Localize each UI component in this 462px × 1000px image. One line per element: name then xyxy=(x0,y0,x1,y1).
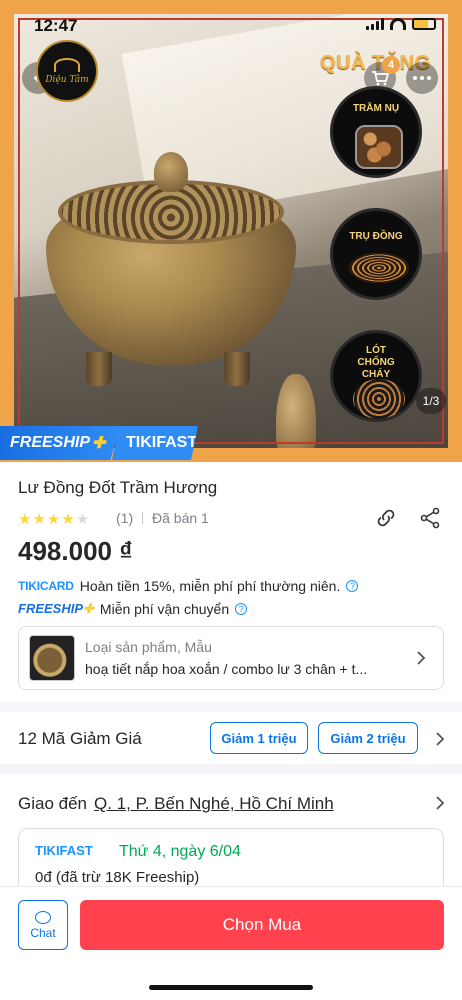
more-options-button[interactable] xyxy=(406,62,438,94)
incense-jar-image xyxy=(355,125,403,169)
gift-item-tram-nu: TRẦM NỤ xyxy=(330,86,422,178)
coupon-title: 12 Mã Giảm Giá xyxy=(18,729,142,748)
star-icon: ★ xyxy=(46,511,61,528)
rating-stars[interactable]: ★ ★ ★ ★ ★ xyxy=(18,510,89,528)
gift-item-tru-dong: TRỤ ĐỒNG xyxy=(330,208,422,300)
coupon-tag[interactable]: Giảm 1 triệu xyxy=(210,722,308,754)
status-time: 12:47 xyxy=(34,16,78,35)
coupon-section[interactable]: 12 Mã Giảm Giá Giảm 1 triệu Giảm 2 triệu xyxy=(0,712,462,764)
variant-thumbnail xyxy=(29,635,75,681)
lotus-icon xyxy=(54,57,80,72)
rating-count[interactable]: (1) xyxy=(116,510,133,526)
product-info-card: Lư Đồng Đốt Trầm Hương ★ ★ ★ ★ ★ (1) Đã … xyxy=(0,462,462,702)
sold-count: Đã bán 1 xyxy=(152,510,209,526)
shipping-badges: FREESHIP ✚ TIKIFAST xyxy=(0,426,198,460)
freeship-logo: FREESHIP✚ xyxy=(18,601,94,617)
product-image-carousel[interactable]: 12:47 Diệu Tâm QUÀ TẶNG 4 TRẦM NỤ TRỤ ĐỒ… xyxy=(0,0,462,462)
delivery-section: Giao đến Q. 1, P. Bến Nghé, Hồ Chí Minh … xyxy=(0,774,462,908)
chat-button[interactable]: Chat xyxy=(18,900,68,950)
freeship-badge: FREESHIP ✚ xyxy=(0,426,120,460)
shop-logo: Diệu Tâm xyxy=(36,40,98,102)
tikicard-promo[interactable]: TIKICARD Hoàn tiền 15%, miễn phí phí thư… xyxy=(18,578,359,594)
tikicard-logo: TIKICARD xyxy=(18,579,74,593)
star-empty-icon: ★ xyxy=(75,511,90,528)
product-page: 12:47 Diệu Tâm QUÀ TẶNG 4 TRẦM NỤ TRỤ ĐỒ… xyxy=(0,0,462,1000)
wifi-icon xyxy=(390,18,406,30)
chat-icon xyxy=(35,910,51,924)
cart-count-badge: 4 xyxy=(382,56,400,74)
image-counter: 1/3 xyxy=(416,388,446,414)
chevron-right-icon[interactable] xyxy=(434,794,446,812)
info-icon[interactable]: ? xyxy=(235,603,248,615)
share-icon[interactable] xyxy=(418,506,442,530)
buy-button[interactable]: Chọn Mua xyxy=(80,900,444,950)
battery-icon xyxy=(412,18,436,30)
chevron-right-icon xyxy=(417,651,426,665)
copy-link-icon[interactable] xyxy=(374,506,398,530)
promo-text: Hoàn tiền 15%, miễn phí phí thường niên. xyxy=(79,578,341,594)
delivery-date: Thứ 4, ngày 6/04 xyxy=(119,843,241,860)
shop-logo-text: Diệu Tâm xyxy=(45,74,89,85)
status-icons xyxy=(366,18,436,30)
shipping-fee: 0đ (đã trừ 18K Freeship) xyxy=(35,869,200,886)
signal-icon xyxy=(366,18,384,30)
home-indicator xyxy=(149,985,313,990)
freeship-logo-text: FREESHIP xyxy=(18,601,84,616)
star-icon: ★ xyxy=(18,511,32,528)
tikifast-logo: TIKIFAST xyxy=(35,843,93,858)
promo-text: Miễn phí vận chuyển xyxy=(99,601,230,617)
gift-label: TRẦM NỤ xyxy=(352,103,400,114)
star-icon: ★ xyxy=(61,511,75,528)
tikifast-badge: TIKIFAST xyxy=(112,426,198,460)
freeship-promo[interactable]: FREESHIP✚ Miễn phí vận chuyển ? xyxy=(18,601,248,617)
variant-selector[interactable]: Loại sản phẩm, Mẫu hoạ tiết nắp hoa xoắn… xyxy=(18,626,444,690)
gift-label: LÓT CHỐNG CHÁY xyxy=(357,345,395,380)
coupon-tag[interactable]: Giảm 2 triệu xyxy=(318,722,418,754)
chat-label: Chat xyxy=(30,925,56,940)
variant-label: Loại sản phẩm, Mẫu xyxy=(85,639,212,655)
product-price: 498.000 ₫ xyxy=(18,536,133,566)
star-icon: ★ xyxy=(32,511,46,528)
freeship-badge-label: FREESHIP xyxy=(10,434,91,451)
chevron-right-icon xyxy=(436,732,445,746)
gift-label: TRỤ ĐỒNG xyxy=(349,231,403,242)
gift-item-lot-chong-chay: LÓT CHỐNG CHÁY xyxy=(330,330,422,422)
bottom-action-bar: Chat Chọn Mua xyxy=(0,886,462,1000)
variant-value: hoạ tiết nắp hoa xoắn / combo lư 3 chân … xyxy=(85,661,368,677)
plus-icon: ✚ xyxy=(92,435,106,452)
coil-holder-image xyxy=(349,253,409,283)
product-title: Lư Đồng Đốt Trầm Hương xyxy=(18,478,218,497)
more-dots-icon xyxy=(413,76,431,80)
info-icon[interactable]: ? xyxy=(346,580,359,592)
divider xyxy=(142,512,143,524)
plus-icon: ✚ xyxy=(83,601,94,616)
coil-mat-image xyxy=(353,379,405,419)
delivery-address[interactable]: Q. 1, P. Bến Nghé, Hồ Chí Minh xyxy=(94,794,334,814)
delivery-prefix: Giao đến xyxy=(18,794,87,813)
